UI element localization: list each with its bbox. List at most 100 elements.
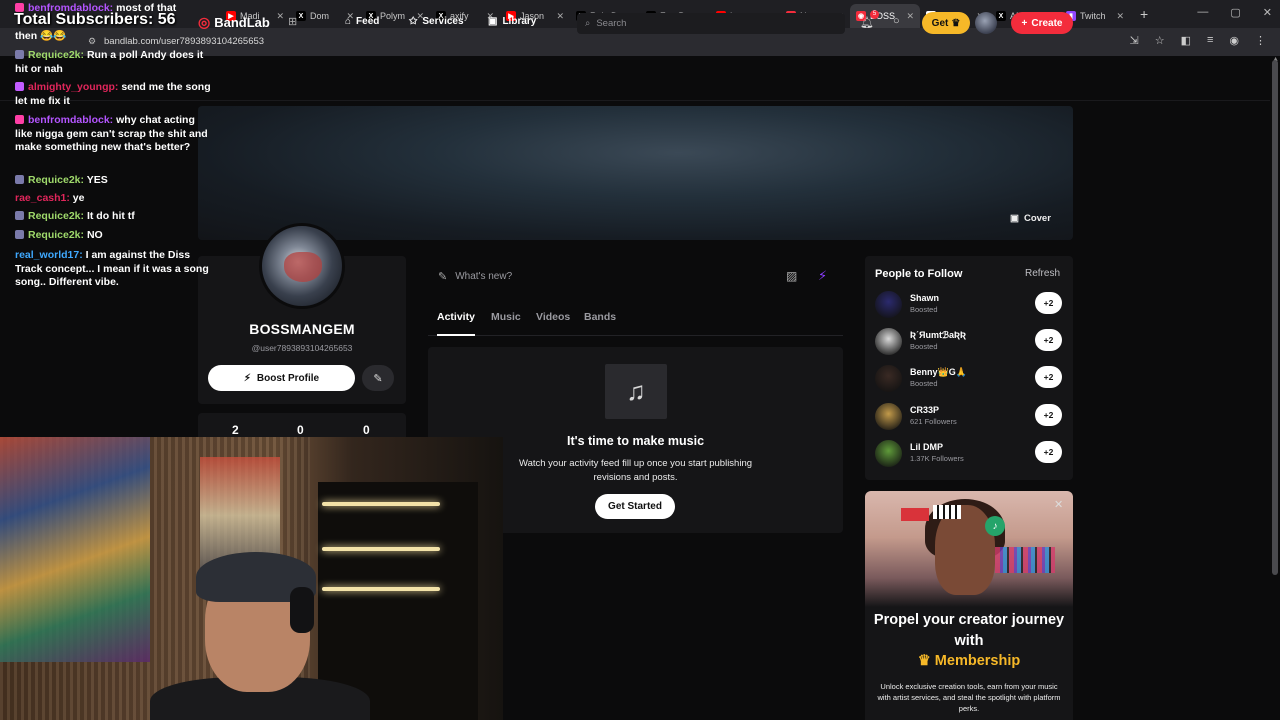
- person-row[interactable]: Lil DMP 1.37K Followers +2: [875, 440, 1065, 468]
- close-ad-icon[interactable]: ✕: [1054, 498, 1063, 511]
- create-button[interactable]: + Create: [1011, 12, 1073, 34]
- edit-profile-button[interactable]: ✎: [362, 365, 394, 391]
- person-avatar[interactable]: [875, 403, 902, 430]
- attach-image-icon[interactable]: ▨: [786, 269, 797, 283]
- user-avatar[interactable]: [975, 12, 997, 34]
- tab-videos[interactable]: Videos: [536, 311, 570, 323]
- profile-icon[interactable]: ◉: [1229, 34, 1239, 47]
- follow-button[interactable]: +2: [1035, 404, 1062, 426]
- stat-value[interactable]: 0: [363, 423, 370, 437]
- refresh-link[interactable]: Refresh: [1025, 268, 1060, 279]
- notification-badge: 5: [870, 10, 879, 19]
- person-avatar[interactable]: [875, 440, 902, 467]
- messages-icon[interactable]: ○: [893, 15, 900, 27]
- new-tab-button[interactable]: +: [1140, 6, 1148, 22]
- chat-message: Requice2k: It do hit tf: [15, 210, 215, 224]
- nav-services-label: Services: [422, 16, 464, 27]
- tab-favicon-icon: X: [996, 11, 1006, 21]
- chat-message: benfromdablock: why chat acting like nig…: [15, 114, 215, 155]
- subscriber-count: Total Subscribers: 56: [14, 11, 176, 28]
- chat-text: ye: [72, 192, 85, 204]
- menu-icon[interactable]: ⋮: [1255, 34, 1266, 47]
- maximize-icon[interactable]: ▢: [1230, 6, 1240, 19]
- library-icon: ▣: [488, 16, 498, 27]
- nav-feed-label: Feed: [356, 16, 380, 27]
- crown-icon: ♛: [951, 17, 961, 29]
- person-name: Benny👑G🙏: [910, 367, 967, 377]
- chat-message: almighty_youngp: send me the song let me…: [15, 81, 215, 108]
- profile-avatar[interactable]: [259, 223, 345, 309]
- chat-text: then 😂😂: [15, 30, 67, 42]
- person-row[interactable]: ƦˊЯumtℬaƦƦ Boosted +2: [875, 328, 1065, 356]
- chat-username: benfromdablock:: [28, 114, 114, 126]
- get-started-button[interactable]: Get Started: [595, 494, 675, 519]
- empty-feed-description: Watch your activity feed fill up once yo…: [518, 458, 753, 483]
- tab-bands[interactable]: Bands: [584, 311, 616, 323]
- tab-close-icon[interactable]: ✕: [1116, 11, 1124, 22]
- home-icon: ⌂: [345, 16, 352, 27]
- apps-grid-icon[interactable]: ⊞: [288, 15, 297, 28]
- tab-close-icon[interactable]: ✕: [906, 11, 914, 22]
- crown-icon: ♛: [917, 653, 931, 669]
- media-icon[interactable]: ≡: [1207, 34, 1213, 47]
- follow-button[interactable]: +2: [1035, 292, 1062, 314]
- extensions-icon[interactable]: ◧: [1181, 34, 1191, 47]
- boost-label: Boost Profile: [256, 372, 320, 384]
- person-avatar[interactable]: [875, 328, 902, 355]
- follow-button[interactable]: +2: [1035, 329, 1062, 351]
- boost-post-icon[interactable]: ⚡︎: [818, 268, 827, 284]
- get-membership-button[interactable]: Get ♛: [922, 12, 970, 34]
- tab-activity[interactable]: Activity: [437, 311, 475, 323]
- tab-close-icon[interactable]: ✕: [276, 11, 284, 22]
- post-composer[interactable]: ✎ What's new?: [428, 256, 843, 296]
- toolbar-icons: ⇲ ☆ ◧ ≡ ◉ ⋮: [1129, 34, 1266, 47]
- chat-username: real_world17:: [15, 249, 83, 261]
- membership-label: Membership: [934, 653, 1021, 669]
- search-input[interactable]: ⌕ Search: [577, 13, 845, 34]
- install-icon[interactable]: ⇲: [1129, 34, 1138, 47]
- nav-library[interactable]: ▣ Library: [488, 16, 536, 27]
- chat-message: real_world17: I am against the Diss Trac…: [15, 249, 215, 290]
- composer-placeholder: What's new?: [455, 270, 513, 282]
- stat-value[interactable]: 0: [297, 423, 304, 437]
- nav-services[interactable]: ✩ Services: [409, 16, 464, 27]
- get-label: Get: [931, 17, 949, 29]
- chat-text: NO: [86, 229, 103, 241]
- profile-name: BOSSMANGEM: [249, 321, 355, 337]
- tab-favicon-icon: X: [296, 11, 306, 21]
- compose-icon: ✎: [438, 270, 448, 283]
- stat-value[interactable]: 2: [232, 423, 239, 437]
- follow-button[interactable]: +2: [1035, 441, 1062, 463]
- chat-badge-icon: [15, 50, 24, 59]
- person-avatar[interactable]: [875, 291, 902, 318]
- minimize-icon[interactable]: —: [1197, 6, 1208, 19]
- person-name: CR33P: [910, 405, 940, 415]
- logo-text: BandLab: [214, 15, 270, 30]
- cover-banner: [198, 106, 1073, 240]
- person-row[interactable]: Shawn Boosted +2: [875, 291, 1065, 319]
- ad-description: Unlock exclusive creation tools, earn fr…: [877, 682, 1061, 713]
- chat-text: It do hit tf: [86, 210, 135, 222]
- page-scrollbar[interactable]: [1272, 60, 1278, 575]
- follow-button[interactable]: +2: [1035, 366, 1062, 388]
- chat-badge-icon: [15, 115, 24, 124]
- tab-music[interactable]: Music: [491, 311, 521, 323]
- person-subtitle: Boosted: [910, 342, 938, 351]
- cover-label: Cover: [1023, 212, 1051, 224]
- change-cover-button[interactable]: ▣ Cover: [1004, 209, 1062, 227]
- nav-feed[interactable]: ⌂ Feed: [345, 16, 379, 27]
- bandlab-logo[interactable]: ◎ BandLab: [198, 14, 270, 31]
- chat-username: Requice2k:: [28, 210, 85, 222]
- person-row[interactable]: Benny👑G🙏 Boosted +2: [875, 365, 1065, 393]
- webcam-overlay: [0, 437, 503, 720]
- chat-username: Requice2k:: [28, 49, 85, 61]
- tab-close-icon[interactable]: ✕: [556, 11, 564, 22]
- close-icon[interactable]: ✕: [1263, 6, 1272, 19]
- person-avatar[interactable]: [875, 365, 902, 392]
- chat-message: Requice2k: Run a poll Andy does it hit o…: [15, 49, 215, 76]
- chat-message: then 😂😂: [15, 30, 215, 44]
- bookmark-star-icon[interactable]: ☆: [1155, 34, 1165, 47]
- boost-profile-button[interactable]: ⚡︎ Boost Profile: [208, 365, 355, 391]
- person-row[interactable]: CR33P 621 Followers +2: [875, 403, 1065, 431]
- tab-label: Polym: [380, 11, 406, 21]
